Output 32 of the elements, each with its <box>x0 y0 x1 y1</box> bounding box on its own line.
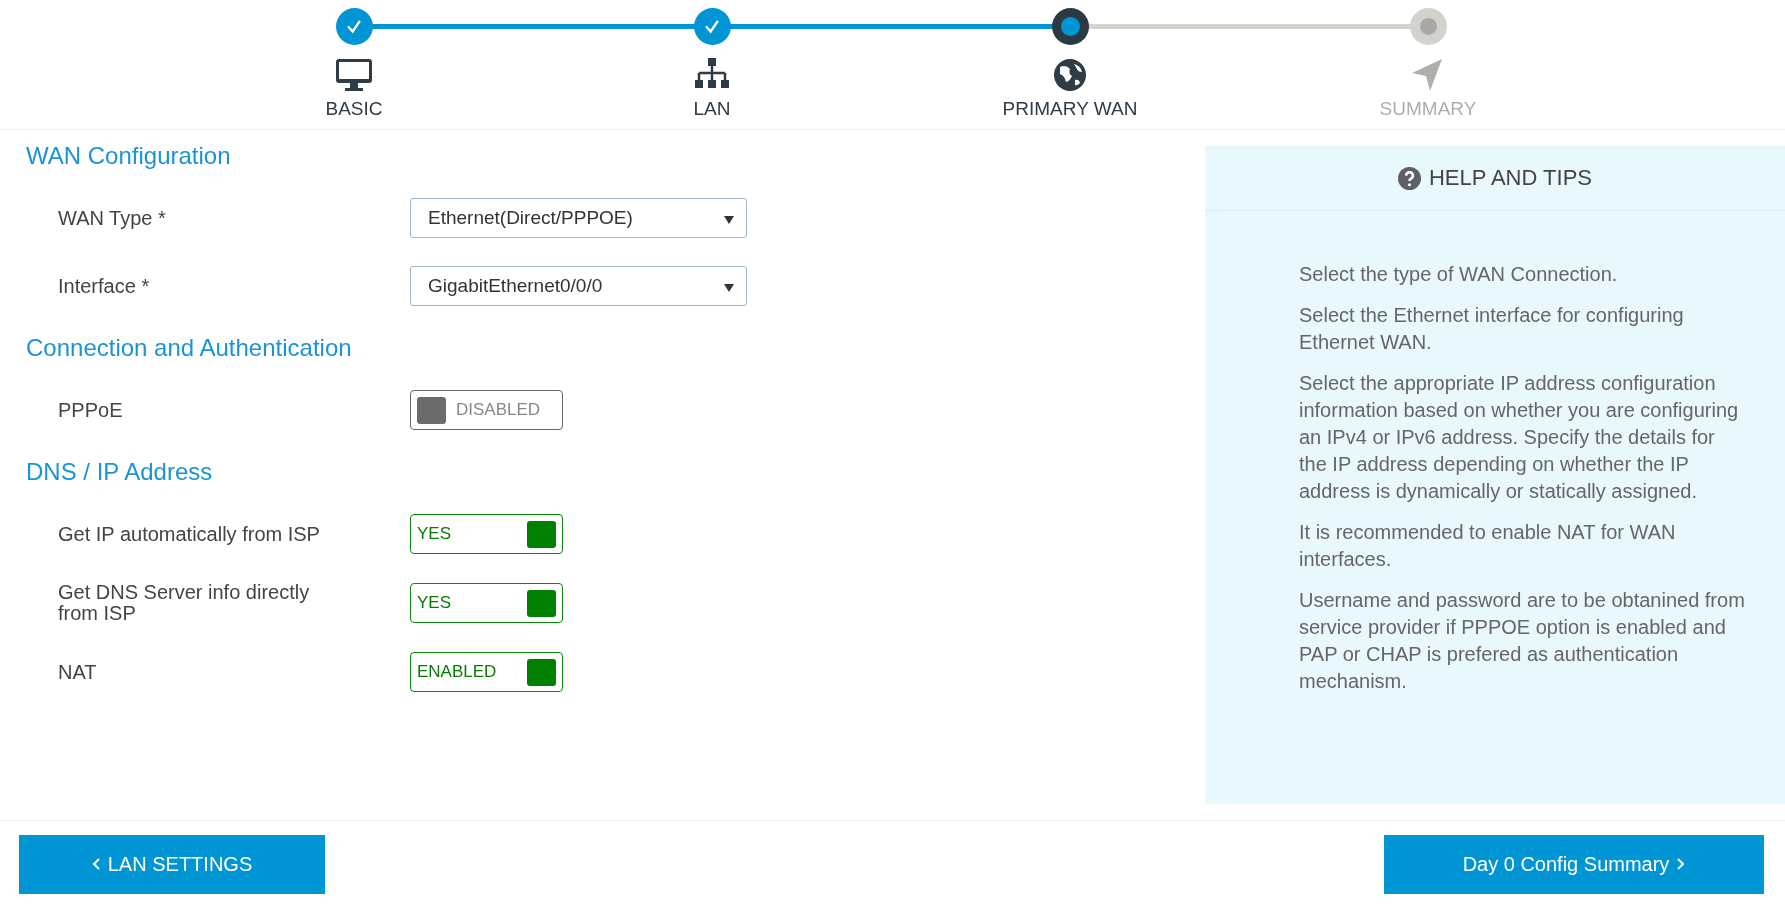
help-text: Username and password are to be obtanined from service provider if PPPOE option is enabled and PAP or CHAP is prefered as authentication mechanism. <box>1299 588 1745 694</box>
step-label: SUMMARY <box>1379 98 1477 120</box>
section-heading: WAN Configuration <box>26 142 232 170</box>
field-label: PPPoE <box>58 399 124 421</box>
toggle-switch[interactable]: YES <box>410 514 563 554</box>
back-button[interactable]: LAN SETTINGS <box>19 834 325 894</box>
help-text: Select the Ethernet interface for configuring Ethernet WAN. <box>1299 303 1685 355</box>
chevron-right-icon <box>1677 858 1686 870</box>
field-label: Get DNS Server info directly from ISP <box>58 582 311 624</box>
next-button[interactable]: Day 0 Config Summary <box>1384 834 1764 894</box>
section-heading: Connection and Authentication <box>26 334 353 362</box>
toggle-switch[interactable]: ENABLED <box>410 652 563 692</box>
help-text: Select the type of WAN Connection. <box>1299 262 1619 287</box>
chevron-left-icon <box>91 858 100 870</box>
caret-icon <box>724 284 734 292</box>
field-label: Get IP automatically from ISP <box>58 523 321 545</box>
caret-icon <box>724 216 734 224</box>
section-heading: DNS / IP Address <box>26 458 214 486</box>
help-icon <box>1397 166 1421 190</box>
field-label: Interface * <box>58 275 151 297</box>
help-text: It is recommended to enable NAT for WAN interfaces. <box>1299 520 1677 572</box>
step-label: LAN <box>693 98 731 120</box>
toggle-switch[interactable]: YES <box>410 583 563 623</box>
field-label: WAN Type * <box>58 207 167 229</box>
dropdown[interactable]: GigabitEthernet0/0/0 <box>410 266 747 306</box>
help-text: Select the appropriate IP address configuration information based on whether you are configuring an IPv4 or IPv6 address. Specify the details for the IP address depending on whether the IP address is dynamically or statically assigned. <box>1299 371 1740 504</box>
toggle-switch[interactable]: DISABLED <box>410 390 563 430</box>
field-label: NAT <box>58 661 98 683</box>
dropdown[interactable]: Ethernet(Direct/PPPOE) <box>410 198 747 238</box>
step-label: BASIC <box>325 98 383 120</box>
help-title: HELP AND TIPS <box>1428 165 1592 191</box>
step-label: PRIMARY WAN <box>1002 98 1138 120</box>
